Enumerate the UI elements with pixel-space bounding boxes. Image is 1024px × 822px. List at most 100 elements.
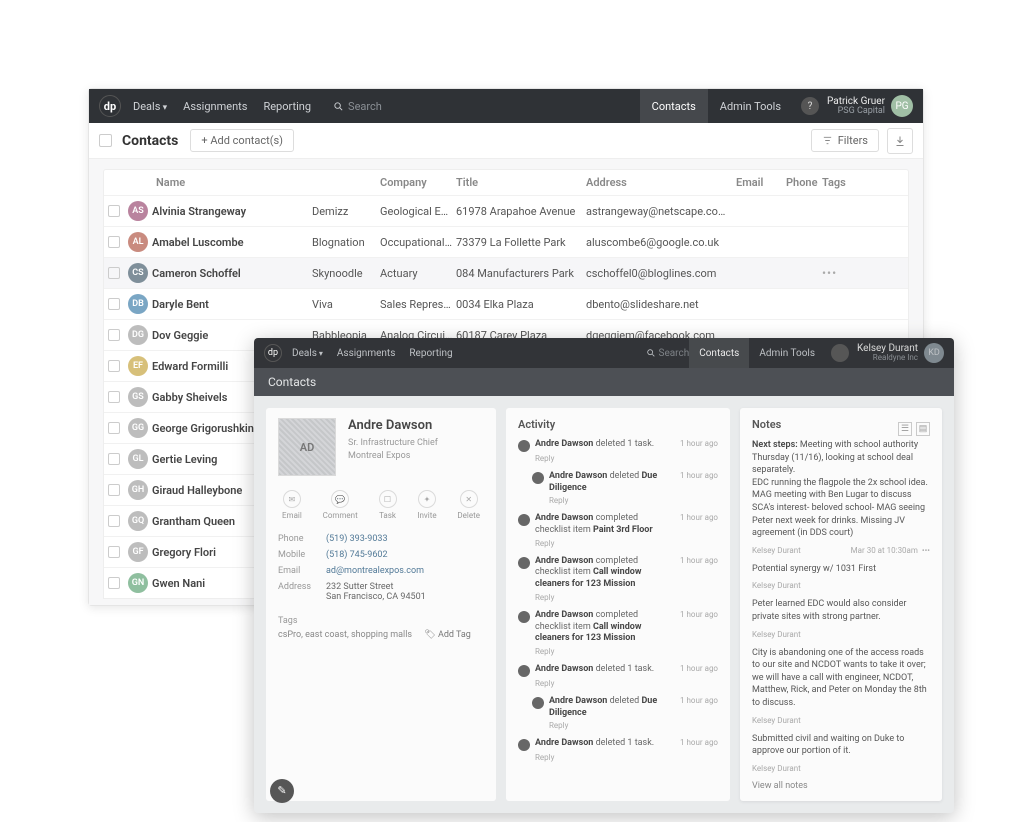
activity-reply[interactable]: Reply (549, 721, 718, 730)
action-email[interactable]: ✉Email (282, 490, 302, 520)
row-email: astrangeway@netscape.co… (586, 205, 736, 218)
row-checkbox[interactable] (108, 391, 120, 403)
table-row[interactable]: DBDaryle BentVivaSales Repres…0034 Elka … (104, 288, 908, 319)
row-checkbox[interactable] (108, 205, 120, 217)
row-checkbox[interactable] (108, 453, 120, 465)
row-name: Amabel Luscombe (152, 236, 312, 249)
row-checkbox[interactable] (108, 236, 120, 248)
activity-text: Andre Dawson completed checklist item Ca… (535, 556, 671, 591)
download-button[interactable] (887, 128, 913, 154)
col-phone[interactable]: Phone (786, 176, 822, 189)
mobile-value[interactable]: (518) 745-9602 (326, 550, 484, 560)
nav-assignments[interactable]: Assignments (183, 100, 247, 113)
current-user[interactable]: Patrick Gruer PSG Capital (827, 96, 885, 117)
note-date: Mar 30 at 10:30am ••• (851, 546, 930, 555)
edit-fab-button[interactable]: ✎ (270, 779, 294, 803)
activity-reply[interactable]: Reply (535, 593, 718, 602)
activity-reply[interactable]: Reply (535, 647, 718, 656)
address-value: 232 Sutter Street San Francisco, CA 9450… (326, 582, 484, 602)
row-checkbox[interactable] (108, 360, 120, 372)
avatar[interactable]: PG (891, 95, 913, 117)
row-checkbox[interactable] (108, 267, 120, 279)
activity-reply[interactable]: Reply (549, 496, 718, 505)
activity-item: Andre Dawson completed checklist item Ca… (518, 556, 718, 602)
tags-label: Tags (278, 616, 484, 626)
col-title[interactable]: Title (456, 176, 586, 189)
nav-reporting[interactable]: Reporting (263, 100, 311, 113)
search-icon (333, 101, 344, 112)
col-name[interactable]: Name (128, 176, 312, 189)
download-icon (894, 135, 906, 147)
tab-contacts[interactable]: Contacts (689, 338, 749, 368)
select-all-checkbox[interactable] (99, 134, 112, 147)
add-tag-button[interactable]: 🏷 Add Tag (424, 630, 471, 640)
filters-button[interactable]: Filters (811, 129, 879, 152)
row-checkbox[interactable] (108, 329, 120, 341)
tags-value: csPro, east coast, shopping malls (278, 630, 412, 640)
row-checkbox[interactable] (108, 515, 120, 527)
help-icon[interactable]: ? (801, 97, 819, 115)
row-avatar: GL (128, 449, 148, 469)
search-placeholder: Search (348, 100, 382, 113)
current-user[interactable]: Kelsey Durant Realdyne Inc KD (857, 343, 944, 363)
notes-add-icon[interactable]: ▤ (916, 422, 930, 436)
row-company: Demizz (312, 205, 380, 218)
view-all-notes[interactable]: View all notes (752, 781, 930, 791)
action-invite[interactable]: ✦Invite (417, 490, 436, 520)
col-company[interactable]: Company (380, 176, 456, 189)
activity-reply[interactable]: Reply (535, 539, 718, 548)
tab-admin-tools[interactable]: Admin Tools (749, 338, 825, 368)
search-icon (646, 348, 656, 358)
email-icon: ✉ (283, 490, 301, 508)
globe-icon[interactable] (831, 344, 849, 362)
table-row[interactable]: ASAlvinia StrangewayDemizzGeological E…6… (104, 195, 908, 226)
col-email[interactable]: Email (736, 176, 786, 189)
row-checkbox[interactable] (108, 484, 120, 496)
table-row[interactable]: ALAmabel LuscombeBlognationOccupational…… (104, 226, 908, 257)
activity-reply[interactable]: Reply (535, 679, 718, 688)
row-more-icon[interactable]: ••• (822, 266, 842, 280)
email-value[interactable]: ad@montrealexpos.com (326, 566, 484, 576)
row-title: Occupational… (380, 236, 456, 249)
action-task[interactable]: ☐Task (379, 490, 397, 520)
page-title: Contacts (122, 133, 178, 149)
logo-icon: dp (99, 95, 121, 117)
nav-assignments[interactable]: Assignments (337, 348, 395, 359)
row-avatar: GG (128, 418, 148, 438)
nav-reporting[interactable]: Reporting (409, 348, 452, 359)
row-checkbox[interactable] (108, 422, 120, 434)
row-avatar: GQ (128, 511, 148, 531)
activity-panel: Activity Andre Dawson deleted 1 task.1 h… (506, 408, 730, 801)
row-title: Geological E… (380, 205, 456, 218)
activity-reply[interactable]: Reply (535, 753, 718, 762)
add-contact-button[interactable]: + Add contact(s) (190, 129, 294, 152)
row-email: aluscombe6@google.co.uk (586, 236, 736, 249)
table-row[interactable]: CSCameron SchoffelSkynoodleActuary084 Ma… (104, 257, 908, 288)
avatar[interactable]: KD (924, 343, 944, 363)
action-comment[interactable]: 💬Comment (323, 490, 358, 520)
activity-avatar (518, 611, 530, 623)
phone-value[interactable]: (519) 393-9033 (326, 534, 484, 544)
activity-time: 1 hour ago (680, 610, 718, 619)
col-address[interactable]: Address (586, 176, 736, 189)
activity-reply[interactable]: Reply (535, 454, 718, 463)
app-header: dp Deals Assignments Reporting Search Co… (254, 338, 954, 368)
action-delete[interactable]: ✕Delete (457, 490, 480, 520)
row-checkbox[interactable] (108, 298, 120, 310)
activity-time: 1 hour ago (680, 696, 718, 705)
col-tags[interactable]: Tags (822, 176, 842, 189)
row-checkbox[interactable] (108, 577, 120, 589)
tab-contacts[interactable]: Contacts (640, 89, 708, 123)
nav-deals[interactable]: Deals (292, 348, 323, 359)
row-avatar: AS (128, 201, 148, 221)
profile-company: Montreal Expos (348, 450, 438, 463)
activity-text: Andre Dawson deleted Due Diligence (549, 471, 671, 494)
row-checkbox[interactable] (108, 546, 120, 558)
notes-sort-icon[interactable]: ☰ (898, 422, 912, 436)
nav-deals[interactable]: Deals (133, 100, 167, 113)
row-company: Skynoodle (312, 267, 380, 280)
global-search[interactable]: Search (333, 100, 382, 113)
note-body: Peter learned EDC would also consider pr… (752, 598, 930, 623)
global-search[interactable]: Search (646, 348, 690, 359)
tab-admin-tools[interactable]: Admin Tools (708, 89, 793, 123)
